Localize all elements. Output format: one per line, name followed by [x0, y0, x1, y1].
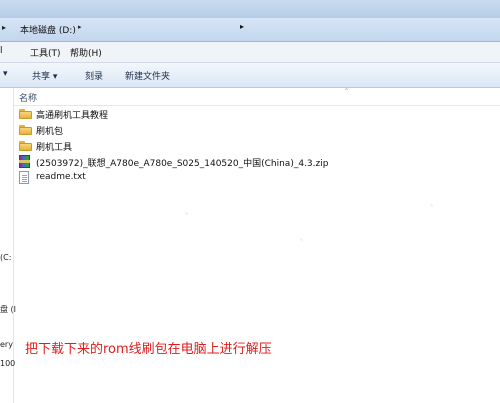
address-dropdown-icon[interactable]: ▸: [240, 22, 244, 31]
folder-icon: [19, 107, 33, 121]
noise-dot: [185, 212, 188, 215]
toolbar-partial-dropdown[interactable]: ▾: [3, 69, 8, 79]
list-item[interactable]: 刷机工具: [14, 138, 500, 154]
breadcrumb-drive-d[interactable]: 本地磁盘 (D:): [20, 23, 76, 36]
menu-item-partial[interactable]: l: [0, 46, 3, 56]
file-name: 刷机工具: [36, 143, 73, 153]
file-name: 高通刷机工具教程: [36, 111, 109, 121]
menu-item-tools[interactable]: 工具(T): [30, 46, 61, 59]
window-title-bar: [0, 0, 500, 18]
winrar-archive-icon: [19, 155, 33, 169]
instruction-caption: 把下载下来的rom线刷包在电脑上进行解压: [25, 342, 272, 357]
menu-item-help[interactable]: 帮助(H): [70, 46, 102, 59]
column-header: ^ 名称: [14, 88, 500, 106]
burn-button[interactable]: 刻录: [85, 69, 103, 82]
text-file-icon: [19, 171, 33, 185]
share-button[interactable]: 共享 ▾: [32, 69, 57, 82]
navigation-pane[interactable]: (C: 盘 (I ery 100: [0, 88, 16, 403]
list-item[interactable]: 刷机包: [14, 122, 500, 138]
nav-item-battery: ery: [0, 340, 13, 349]
breadcrumb-arrow-icon[interactable]: ▸: [2, 23, 6, 32]
address-bar[interactable]: ▸ 本地磁盘 (D:) ▸ ▸: [0, 18, 500, 42]
file-name: (2503972)_联想_A780e_A780e_S025_140520_中国(…: [36, 159, 329, 169]
file-name: readme.txt: [36, 172, 86, 182]
breadcrumb-separator-icon[interactable]: ▸: [78, 23, 82, 31]
sort-arrow-icon: ^: [344, 88, 350, 95]
file-name: 刷机包: [36, 127, 64, 137]
menu-bar: l 工具(T) 帮助(H): [0, 42, 500, 63]
noise-dot: [300, 238, 303, 241]
nav-item-drive-i[interactable]: 盘 (I: [0, 304, 16, 315]
command-toolbar: ▾ 共享 ▾ 刻录 新建文件夹: [0, 63, 500, 88]
nav-item-drive-c[interactable]: (C:: [0, 253, 11, 262]
list-item[interactable]: (2503972)_联想_A780e_A780e_S025_140520_中国(…: [14, 154, 500, 170]
folder-icon: [19, 123, 33, 137]
list-item[interactable]: 高通刷机工具教程: [14, 106, 500, 122]
folder-icon: [19, 139, 33, 153]
new-folder-button[interactable]: 新建文件夹: [125, 69, 170, 82]
nav-item-percent: 100: [0, 359, 16, 368]
noise-dot: [430, 204, 433, 207]
list-item[interactable]: readme.txt: [14, 170, 500, 186]
column-name-header[interactable]: 名称: [19, 91, 37, 104]
file-list: 高通刷机工具教程 刷机包 刷机工具 (2503972)_联想_A780e_A78…: [14, 106, 500, 186]
